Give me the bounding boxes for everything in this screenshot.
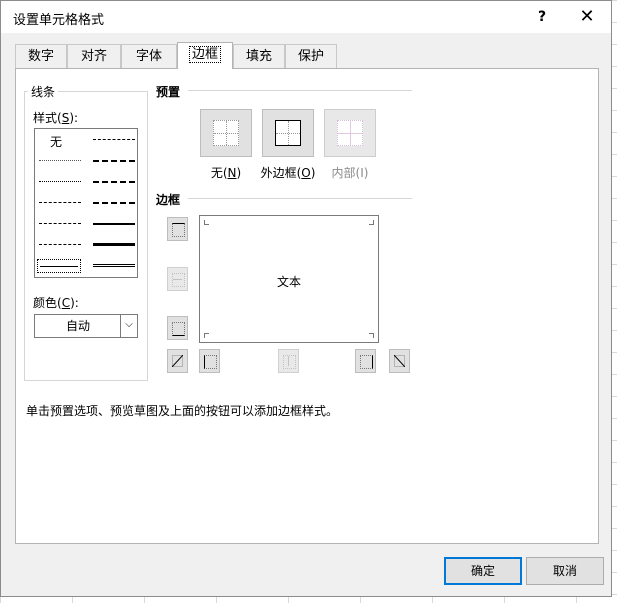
border-bottom-icon — [172, 322, 185, 336]
presets-separator — [188, 90, 412, 91]
border-top-icon — [172, 223, 185, 237]
preset-inside-accesskey: I — [360, 166, 364, 180]
preset-outline-label: 外边框(O) — [260, 166, 316, 180]
style-label-text: 样式( — [33, 111, 62, 125]
preset-none-accesskey: N — [227, 166, 237, 180]
style-label: 样式(S): — [33, 109, 78, 126]
cancel-button[interactable]: 取消 — [526, 557, 604, 585]
border-separator — [188, 198, 412, 199]
line-style-list[interactable]: 无 — [34, 128, 138, 278]
color-dropdown[interactable]: 自动 ⌵ — [34, 314, 138, 338]
tab-label: 边框 — [188, 46, 221, 63]
line-style-dash-dot-dot[interactable] — [39, 202, 81, 203]
tab-number[interactable]: 数字 — [15, 44, 67, 68]
color-label-suffix: ): — [70, 296, 79, 310]
hint-text: 单击预置选项、预览草图及上面的按钮可以添加边框样式。 — [26, 404, 339, 418]
border-left-icon — [204, 355, 217, 369]
border-inside-vertical-icon — [283, 355, 296, 369]
line-style-medium-dash-dot-dot[interactable] — [93, 139, 135, 140]
preset-outline-button[interactable] — [262, 109, 314, 157]
line-style-dash-dot[interactable] — [39, 223, 81, 224]
border-preview[interactable]: 文本 — [199, 215, 379, 343]
border-inside-vertical-button[interactable] — [278, 349, 299, 373]
ok-button[interactable]: 确定 — [444, 557, 522, 585]
diagonal-up-icon — [172, 355, 183, 367]
color-accesskey: C — [61, 296, 71, 310]
preset-none-button[interactable] — [200, 109, 252, 157]
preset-inside-text: 内部 — [331, 166, 356, 180]
border-tab-panel: 线条 样式(S): 无 颜色(C): 自动 ⌵ 预置 无(N) 外边框(O) 内… — [15, 68, 599, 544]
diagonal-down-icon — [394, 355, 405, 367]
preview-corner-mark — [204, 333, 209, 338]
color-label-text: 颜色( — [33, 296, 62, 310]
tab-font[interactable]: 字体 — [121, 44, 177, 68]
preset-outline-icon — [275, 120, 301, 146]
style-label-suffix: ): — [69, 111, 79, 125]
tab-protection[interactable]: 保护 — [285, 44, 337, 68]
line-style-hair[interactable] — [39, 160, 81, 161]
line-style-double[interactable] — [93, 264, 135, 267]
close-button[interactable]: ✕ — [571, 4, 603, 30]
tab-label: 填充 — [245, 49, 272, 64]
border-inside-horizontal-icon — [172, 273, 185, 287]
line-style-medium-dashed[interactable] — [93, 202, 135, 204]
line-group-label: 线条 — [28, 83, 59, 100]
line-style-dashed[interactable] — [39, 244, 81, 245]
border-label: 边框 — [156, 193, 181, 207]
border-inside-horizontal-button[interactable] — [167, 267, 188, 291]
border-bottom-button[interactable] — [167, 316, 188, 340]
preview-corner-mark — [204, 220, 209, 225]
tab-label: 保护 — [297, 49, 324, 64]
preset-inside-button[interactable] — [324, 109, 376, 157]
tab-label: 对齐 — [80, 49, 107, 64]
border-left-button[interactable] — [199, 349, 220, 373]
preset-inside-label: 内部(I) — [331, 166, 369, 180]
chevron-down-icon[interactable]: ⌵ — [120, 315, 137, 337]
border-diagonal-down-button[interactable] — [389, 349, 410, 373]
format-cells-dialog: 设置单元格格式 ? ✕ 数字 对齐 字体 边框 填充 保护 线条 样式(S): … — [0, 0, 612, 597]
color-label: 颜色(C): — [33, 294, 79, 311]
tab-border[interactable]: 边框 — [177, 42, 233, 69]
preview-text: 文本 — [276, 275, 301, 289]
preset-none-label: 无(N) — [210, 166, 242, 180]
border-diagonal-up-button[interactable] — [167, 349, 188, 373]
title-bar: 设置单元格格式 ? ✕ — [1, 1, 611, 33]
preset-none-text: 无 — [210, 166, 223, 180]
line-style-dotted[interactable] — [39, 181, 81, 182]
preset-outline-accesskey: O — [301, 166, 311, 180]
color-value: 自动 — [65, 319, 90, 333]
tab-fill[interactable]: 填充 — [233, 44, 285, 68]
preset-inside-icon — [337, 120, 363, 146]
tab-alignment[interactable]: 对齐 — [67, 44, 121, 68]
tab-label: 数字 — [27, 49, 54, 64]
preset-outline-text: 外边框 — [260, 166, 297, 180]
preview-corner-mark — [369, 333, 374, 338]
preview-corner-mark — [369, 220, 374, 225]
line-style-medium-dash-dot[interactable] — [93, 181, 135, 183]
border-top-button[interactable] — [167, 217, 188, 241]
presets-label: 预置 — [156, 85, 181, 99]
preset-none-icon — [213, 120, 239, 146]
help-button[interactable]: ? — [528, 4, 556, 30]
line-style-slanted-dash-dot[interactable] — [93, 160, 135, 162]
tab-label: 字体 — [135, 49, 162, 64]
dialog-title: 设置单元格格式 — [13, 13, 105, 28]
line-style-none[interactable]: 无 — [50, 133, 62, 150]
border-right-icon — [360, 355, 373, 369]
line-style-medium[interactable] — [93, 223, 135, 225]
border-right-button[interactable] — [355, 349, 376, 373]
line-style-thin-selected[interactable] — [37, 259, 81, 273]
line-style-thick[interactable] — [93, 243, 135, 246]
